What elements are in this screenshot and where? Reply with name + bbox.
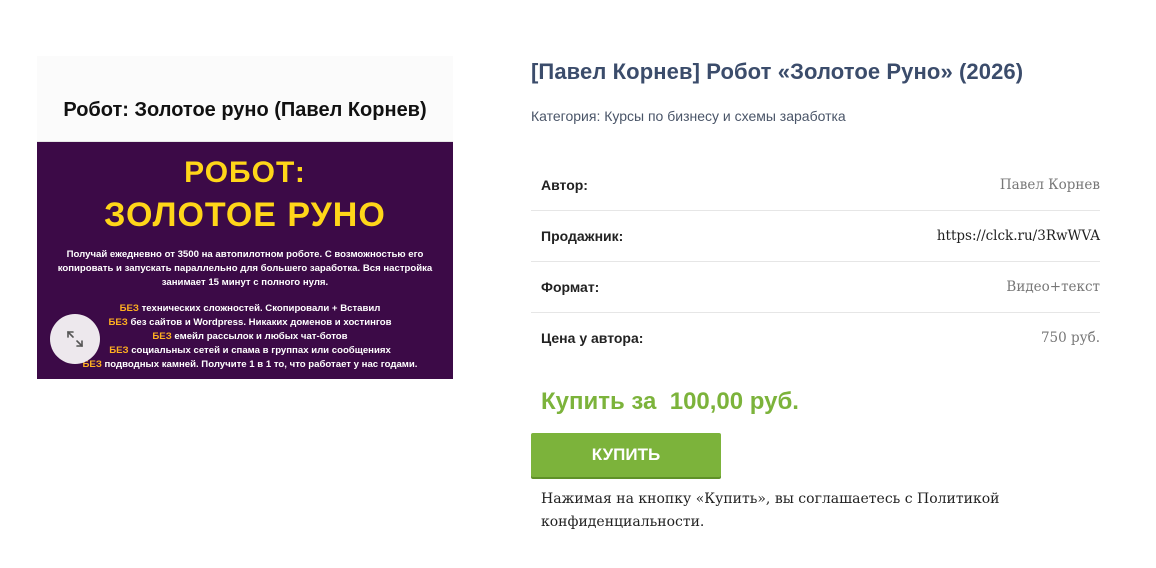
table-row: Цена у автора: 750 руб. — [531, 313, 1100, 364]
image-bullet: БЕЗ подводных камней. Получите 1 в 1 то,… — [57, 358, 443, 372]
image-bullet-list: БЕЗ технических сложностей. Скопировали … — [57, 302, 443, 372]
bez-label: БЕЗ — [152, 331, 172, 342]
product-image[interactable]: Робот: Золотое руно (Павел Корнев) РОБОТ… — [37, 56, 453, 379]
image-bullet-text: подводных камней. Получите 1 в 1 то, что… — [104, 359, 418, 370]
attr-label-sales-page: Продажник: — [531, 210, 764, 262]
image-header-text: Робот: Золотое руно (Павел Корнев) — [63, 99, 427, 121]
category-label: Категория: — [531, 108, 601, 124]
table-row: Формат: Видео+текст — [531, 261, 1100, 313]
price-text: Купить за 100,00 руб. — [541, 388, 799, 415]
image-bullet-text: социальных сетей и спама в группах или с… — [131, 345, 391, 356]
image-headline-1: РОБОТ: — [184, 156, 306, 189]
image-description: Получай ежедневно от 3500 на автопилотно… — [57, 249, 433, 288]
bez-label: БЕЗ — [119, 303, 139, 314]
product-title: [Павел Корнев] Робот «Золотое Руно» (202… — [531, 59, 1024, 84]
image-headline-2: ЗОЛОТОЕ РУНО — [104, 196, 386, 234]
attr-label-author-price: Цена у автора: — [541, 330, 644, 346]
product-attributes-table: Автор: Павел Корнев Продажник: https://c… — [531, 160, 1100, 363]
attr-value-author-price: 750 руб. — [1040, 330, 1100, 346]
image-bullet: БЕЗ без сайтов и Wordpress. Никаких доме… — [57, 316, 443, 330]
bez-label: БЕЗ — [108, 317, 128, 328]
attr-value-sales-page-link[interactable]: https://clck.ru/3RwWVA — [763, 210, 1100, 262]
attr-value-format: Видео+текст — [763, 261, 1100, 313]
table-row: Продажник: https://clck.ru/3RwWVA — [531, 210, 1100, 262]
expand-icon — [67, 331, 83, 347]
attr-label-format: Формат: — [531, 261, 764, 313]
image-bullet-text: емейл рассылок и любых чат-ботов — [174, 331, 348, 342]
image-bullet-text: без сайтов и Wordpress. Никаких доменов … — [130, 317, 392, 328]
bez-label: БЕЗ — [109, 345, 129, 356]
category-link[interactable]: Курсы по бизнесу и схемы заработка — [604, 108, 845, 124]
image-bullet: БЕЗ емейл рассылок и любых чат-ботов — [57, 330, 443, 344]
table-row: Автор: Павел Корнев — [531, 160, 1100, 211]
product-category: Категория: Курсы по бизнесу и схемы зара… — [531, 108, 846, 124]
image-bullet-text: технических сложностей. Скопировали + Вс… — [141, 303, 381, 314]
image-bullet: БЕЗ технических сложностей. Скопировали … — [57, 302, 443, 316]
privacy-notice: Нажимая на кнопку «Купить», вы соглашает… — [541, 491, 1000, 530]
image-header-bar: Робот: Золотое руно (Павел Корнев) — [37, 56, 453, 142]
zoom-button[interactable] — [50, 314, 100, 364]
image-bullet: БЕЗ социальных сетей и спама в группах и… — [57, 344, 443, 358]
attr-label-author: Автор: — [531, 160, 764, 211]
attr-value-author: Павел Корнев — [763, 160, 1100, 211]
buy-button[interactable]: КУПИТЬ — [531, 433, 721, 477]
